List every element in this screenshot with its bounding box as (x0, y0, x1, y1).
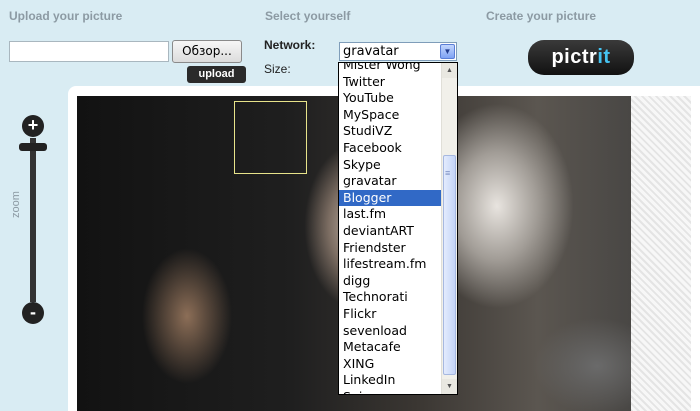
zoom-slider-track[interactable] (30, 138, 36, 302)
select-step-title: Select yourself (265, 9, 351, 23)
scrollbar-thumb[interactable] (443, 155, 456, 375)
photo-overflow-hatch (631, 96, 691, 411)
dropdown-option[interactable]: Skype (339, 157, 442, 174)
dropdown-option[interactable]: Blogger (339, 189, 442, 207)
scroll-down-icon[interactable]: ▼ (442, 379, 457, 394)
dropdown-option[interactable]: Metacafe (339, 339, 442, 356)
dropdown-option[interactable]: sevenload (339, 323, 442, 340)
dropdown-option[interactable]: Facebook (339, 140, 442, 157)
network-select-value: gravatar (343, 44, 399, 59)
dropdown-option[interactable]: gravatar (339, 173, 442, 190)
dropdown-option[interactable]: Mister Wong (339, 63, 442, 74)
network-select[interactable]: gravatar ▼ (339, 42, 457, 61)
dropdown-option[interactable]: Friendster (339, 240, 442, 257)
zoom-out-icon[interactable]: - (22, 302, 44, 324)
dropdown-option[interactable]: Flickr (339, 306, 442, 323)
chevron-down-icon[interactable]: ▼ (440, 44, 455, 59)
dropdown-option[interactable]: lifestream.fm (339, 256, 442, 273)
dropdown-option[interactable]: LinkedIn (339, 372, 442, 389)
dropdown-option[interactable]: StudiVZ (339, 123, 442, 140)
dropdown-scrollbar[interactable]: ▲ ≡ ▼ (441, 63, 457, 394)
dropdown-option[interactable]: Technorati (339, 289, 442, 306)
file-path-input[interactable] (9, 41, 169, 62)
dropdown-option[interactable]: deviantART (339, 223, 442, 240)
crop-selection-frame[interactable] (234, 101, 307, 174)
dropdown-option[interactable]: XING (339, 356, 442, 373)
network-label: Network: (264, 38, 316, 52)
logo-text: pictr (551, 46, 598, 68)
scroll-up-icon[interactable]: ▲ (442, 63, 457, 78)
network-options: Mister Wong Twitter YouTube MySpace StudiVZ F… (339, 63, 442, 394)
dropdown-option[interactable]: YouTube (339, 90, 442, 107)
grip-icon: ≡ (445, 168, 451, 178)
dropdown-option[interactable]: MySpace (339, 107, 442, 124)
network-dropdown-list[interactable]: Mister Wong Twitter YouTube MySpace StudiVZ F… (338, 62, 458, 395)
dropdown-option[interactable]: digg (339, 273, 442, 290)
zoom-in-icon[interactable]: + (22, 115, 44, 137)
upload-step-title: Upload your picture (9, 9, 123, 23)
zoom-slider-handle[interactable] (19, 143, 47, 151)
zoom-label: zoom (10, 191, 22, 218)
dropdown-option[interactable]: Snippr (339, 389, 442, 394)
pictrit-logo[interactable]: pictrit (528, 40, 634, 75)
browse-button[interactable]: Обзор... (172, 40, 242, 63)
upload-button[interactable]: upload (187, 66, 246, 83)
create-step-title: Create your picture (486, 9, 597, 23)
size-label: Size: (264, 62, 291, 76)
dropdown-option[interactable]: Twitter (339, 74, 442, 91)
dropdown-option[interactable]: last.fm (339, 206, 442, 223)
logo-accent-text: it (597, 46, 611, 68)
